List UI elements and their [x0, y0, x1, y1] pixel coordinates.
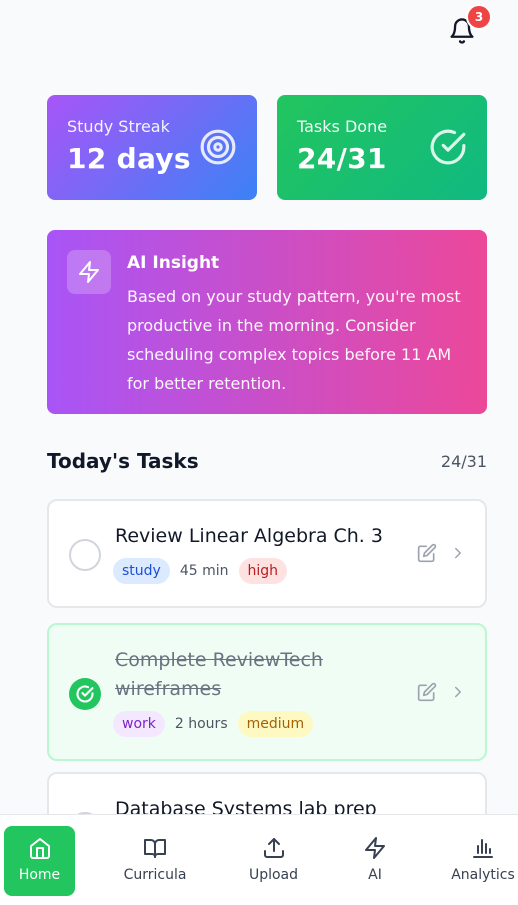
- nav-upload-label: Upload: [248, 867, 299, 883]
- task-duration: 45 min: [179, 563, 229, 579]
- nav-curricula-label: Curricula: [123, 867, 187, 883]
- study-streak-card: Study Streak 12 days: [47, 95, 257, 200]
- check-circle-icon: [430, 129, 466, 165]
- edit-icon[interactable]: [417, 543, 437, 563]
- task-card[interactable]: Complete ReviewTech wireframes work 2 ho…: [47, 623, 487, 761]
- task-meta: work 2 hours medium: [113, 711, 314, 737]
- task-meta: study 45 min high: [113, 558, 288, 584]
- home-icon: [29, 838, 50, 859]
- tasks-section-count: 24/31: [440, 451, 487, 471]
- nav-analytics[interactable]: Analytics: [446, 826, 518, 896]
- nav-ai[interactable]: AI: [345, 826, 405, 896]
- tasks-section-title: Today's Tasks: [47, 449, 199, 473]
- insight-text: Based on your study pattern, you're most…: [127, 287, 461, 393]
- task-checkbox[interactable]: [69, 678, 101, 710]
- lightning-icon: [365, 837, 385, 859]
- priority-tag: medium: [237, 711, 314, 737]
- nav-home-label: Home: [18, 867, 61, 883]
- tasks-section-header: Today's Tasks 24/31: [47, 449, 487, 473]
- chevron-right-icon[interactable]: [449, 683, 467, 701]
- chevron-right-icon[interactable]: [449, 544, 467, 562]
- category-tag: study: [113, 558, 170, 584]
- target-icon: [200, 129, 236, 165]
- insight-title: AI Insight: [127, 253, 220, 273]
- nav-upload[interactable]: Upload: [236, 826, 311, 896]
- task-card[interactable]: Review Linear Algebra Ch. 3 study 45 min…: [47, 499, 487, 608]
- nav-curricula[interactable]: Curricula: [115, 826, 195, 896]
- nav-home[interactable]: Home: [4, 826, 75, 896]
- task-title: Review Linear Algebra Ch. 3: [115, 525, 383, 547]
- priority-tag: high: [238, 558, 288, 584]
- ai-insight-card: AI Insight Based on your study pattern, …: [47, 230, 487, 414]
- nav-analytics-label: Analytics: [451, 867, 515, 883]
- tasks-done-card: Tasks Done 24/31: [277, 95, 487, 200]
- check-icon: [76, 685, 94, 703]
- upload-icon: [263, 838, 284, 858]
- bottom-nav: Home Curricula Upload AI Analytics: [0, 814, 518, 905]
- insight-icon-box: [67, 250, 111, 294]
- edit-icon[interactable]: [417, 682, 437, 702]
- task-checkbox[interactable]: [69, 539, 101, 571]
- task-duration: 2 hours: [174, 716, 228, 732]
- lightning-icon: [79, 261, 99, 283]
- notification-button[interactable]: 3: [446, 4, 492, 48]
- book-icon: [144, 839, 166, 858]
- bar-chart-icon: [473, 839, 493, 858]
- task-title: Complete ReviewTech wireframes: [115, 649, 323, 700]
- nav-ai-label: AI: [368, 867, 382, 883]
- notification-badge: 3: [466, 4, 492, 30]
- category-tag: work: [113, 711, 165, 737]
